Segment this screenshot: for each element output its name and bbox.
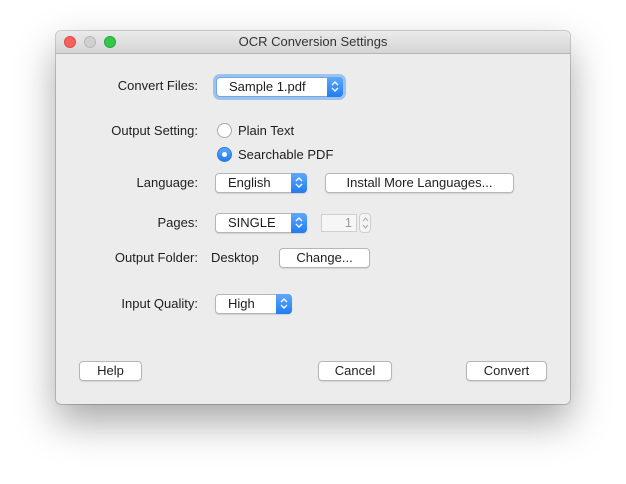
searchable-pdf-label[interactable]: Searchable PDF [238,146,333,164]
convert-files-label: Convert Files: [117,78,198,93]
change-folder-button[interactable]: Change... [279,248,370,268]
close-window-icon[interactable] [64,36,76,48]
maximize-window-icon[interactable] [104,36,116,48]
help-button[interactable]: Help [79,361,142,381]
up-down-chevron-icon [327,77,343,97]
install-more-languages-button[interactable]: Install More Languages... [325,173,514,193]
cancel-button[interactable]: Cancel [318,361,392,381]
input-quality-value: High [228,296,255,311]
output-setting-label: Output Setting: [111,123,198,138]
pages-popup[interactable]: SINGLE [215,213,307,233]
input-quality-label: Input Quality: [121,296,198,311]
minimize-window-icon[interactable] [84,36,96,48]
radio-searchable-pdf[interactable] [217,147,232,162]
output-folder-value: Desktop [211,250,259,265]
language-label: Language: [136,175,198,190]
language-value: English [228,175,271,190]
title-bar[interactable]: OCR Conversion Settings [56,31,570,54]
ocr-settings-window: OCR Conversion Settings Convert Files: S… [56,31,570,404]
page-number-field[interactable]: 1 [321,214,357,232]
convert-button[interactable]: Convert [466,361,547,381]
window-title: OCR Conversion Settings [238,34,388,49]
plain-text-label[interactable]: Plain Text [238,122,294,140]
up-down-chevron-icon [291,173,307,193]
up-down-chevron-icon [276,294,292,314]
pages-label: Pages: [157,215,198,230]
output-folder-label: Output Folder: [114,250,198,265]
up-down-chevron-icon [291,213,307,233]
language-popup[interactable]: English [215,173,307,193]
convert-files-popup[interactable]: Sample 1.pdf [216,77,343,97]
radio-selected-icon [222,152,227,157]
input-quality-popup[interactable]: High [215,294,292,314]
radio-plain-text[interactable] [217,123,232,138]
page-number-stepper[interactable] [359,213,371,233]
convert-files-value: Sample 1.pdf [229,79,306,94]
pages-value: SINGLE [228,215,276,230]
